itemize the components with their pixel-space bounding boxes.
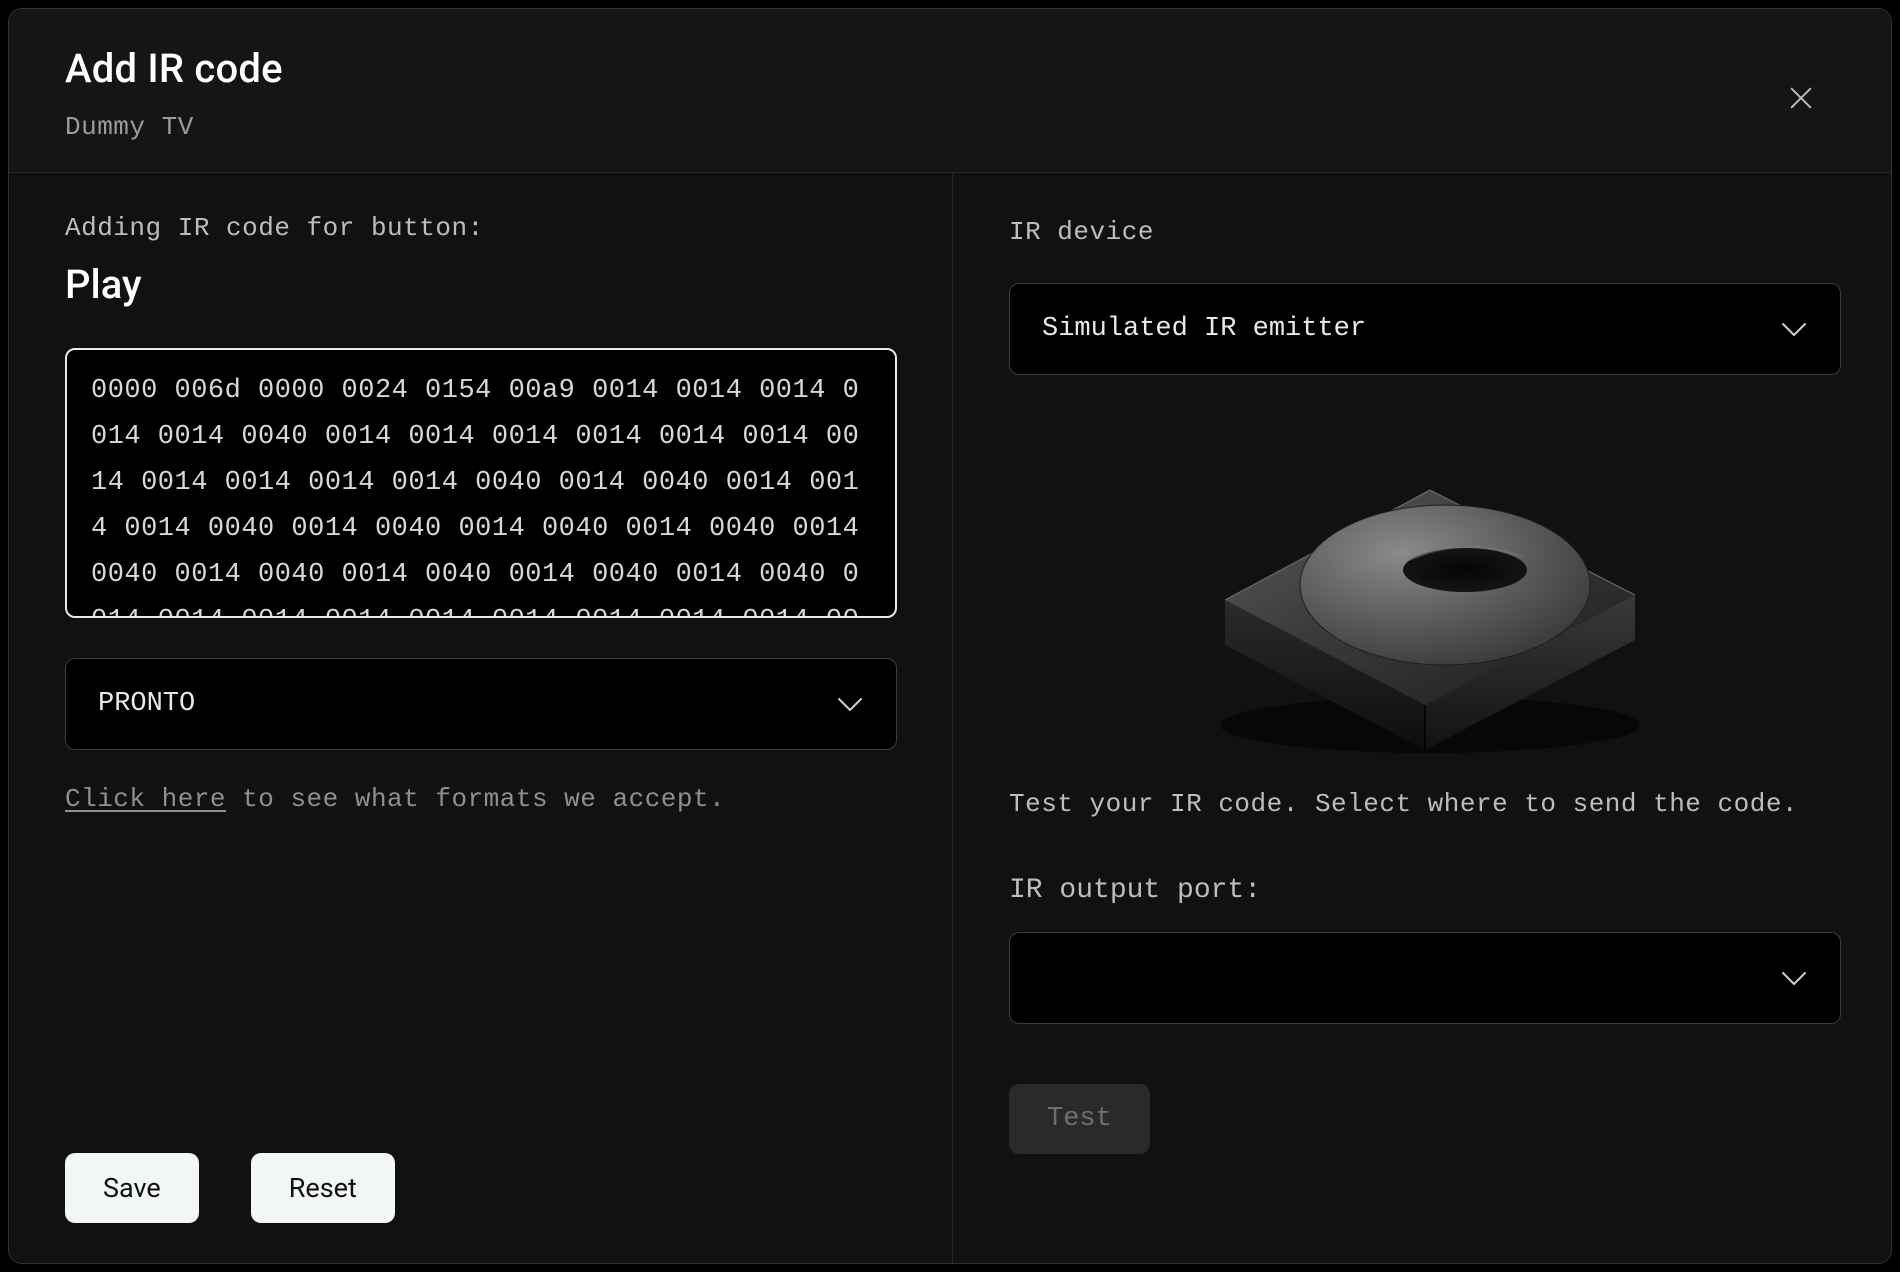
dialog-subtitle: Dummy TV — [65, 112, 1835, 142]
format-help-rest: to see what formats we accept. — [226, 784, 725, 814]
left-pane: Adding IR code for button: Play PRONTO C… — [9, 173, 953, 1263]
adding-label: Adding IR code for button: — [65, 213, 896, 243]
reset-button[interactable]: Reset — [251, 1153, 395, 1223]
ir-output-port-select[interactable] — [1009, 932, 1841, 1024]
close-button[interactable] — [1783, 81, 1819, 117]
right-pane: IR device Simulated IR emitter — [953, 173, 1892, 1263]
ir-device-select-value: Simulated IR emitter — [1042, 314, 1366, 344]
ir-device-label: IR device — [1009, 217, 1841, 247]
device-image — [1165, 405, 1685, 765]
format-select[interactable]: PRONTO — [65, 658, 897, 750]
ir-device-select[interactable]: Simulated IR emitter — [1009, 283, 1841, 375]
dialog-body: Adding IR code for button: Play PRONTO C… — [9, 173, 1891, 1263]
dialog-header: Add IR code Dummy TV — [9, 9, 1891, 173]
right-footer: Test — [1009, 1084, 1841, 1154]
chevron-down-icon — [836, 695, 864, 713]
chevron-down-icon — [1780, 969, 1808, 987]
ir-output-port-label: IR output port: — [1009, 875, 1841, 906]
add-ir-code-dialog: Add IR code Dummy TV Adding IR code for … — [8, 8, 1892, 1264]
chevron-down-icon — [1780, 320, 1808, 338]
button-name: Play — [65, 261, 896, 308]
test-description: Test your IR code. Select where to send … — [1009, 789, 1841, 819]
save-button[interactable]: Save — [65, 1153, 199, 1223]
close-icon — [1787, 84, 1815, 115]
dialog-title: Add IR code — [65, 45, 1835, 92]
device-image-wrap — [1009, 385, 1841, 785]
format-help-line: Click here to see what formats we accept… — [65, 784, 896, 814]
left-footer: Save Reset — [65, 1113, 896, 1223]
test-button[interactable]: Test — [1009, 1084, 1150, 1154]
format-help-link[interactable]: Click here — [65, 784, 226, 814]
format-select-value: PRONTO — [98, 689, 195, 719]
ir-code-input[interactable] — [65, 348, 897, 618]
